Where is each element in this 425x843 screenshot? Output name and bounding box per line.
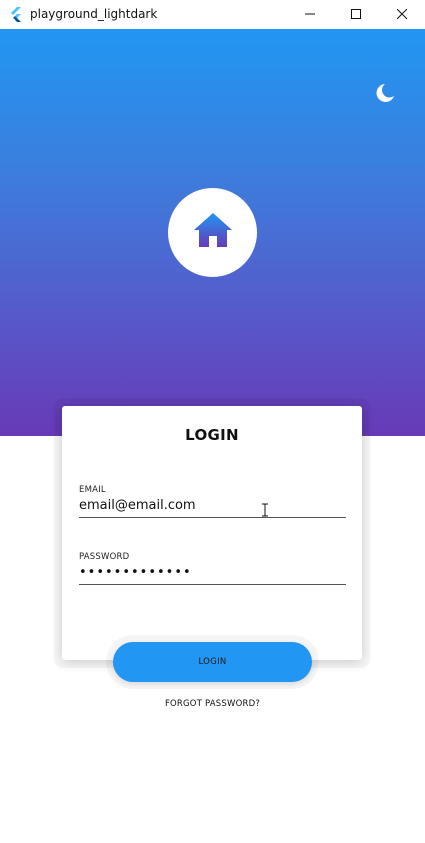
login-card: LOGIN EMAIL PASSWORD — [62, 406, 362, 660]
maximize-icon — [351, 6, 361, 24]
password-field: PASSWORD — [79, 552, 346, 585]
login-title: LOGIN — [185, 426, 239, 444]
logo-avatar — [168, 188, 257, 277]
forgot-password-link[interactable]: FORGOT PASSWORD? — [0, 699, 425, 709]
theme-toggle-button[interactable] — [370, 81, 398, 109]
minimize-button[interactable] — [287, 0, 333, 29]
window-titlebar: playground_lightdark — [0, 0, 425, 29]
close-button[interactable] — [379, 0, 425, 29]
email-label: EMAIL — [79, 485, 106, 495]
email-input[interactable] — [79, 495, 346, 518]
close-icon — [396, 6, 408, 24]
moon-icon — [373, 82, 395, 109]
home-icon — [193, 212, 233, 253]
maximize-button[interactable] — [333, 0, 379, 29]
login-button[interactable]: LOGIN — [113, 642, 312, 682]
password-label: PASSWORD — [79, 552, 130, 562]
text-cursor-icon — [261, 503, 269, 517]
email-field: EMAIL — [79, 485, 346, 518]
password-input[interactable] — [79, 562, 346, 585]
window-title: playground_lightdark — [30, 7, 158, 21]
minimize-icon — [305, 6, 315, 24]
flutter-logo-icon — [8, 6, 24, 22]
